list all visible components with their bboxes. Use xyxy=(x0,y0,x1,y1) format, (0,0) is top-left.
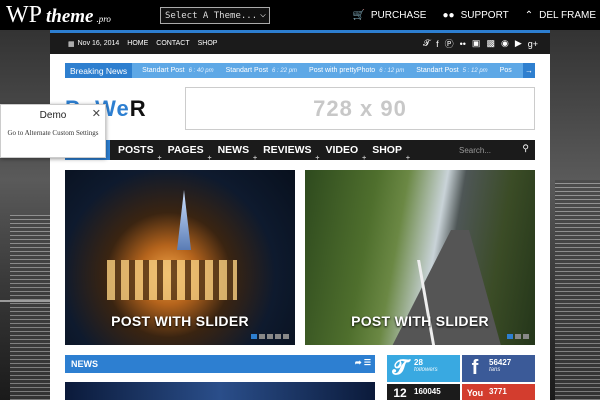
header-strip: ▦ Nov 16, 2014 HOME CONTACT SHOP 𝓣 f Ⓟ •… xyxy=(50,30,550,54)
pinterest-icon[interactable]: Ⓟ xyxy=(445,37,454,50)
demo-popup: ✕ Demo Go to Alternate Custom Settings xyxy=(0,104,106,158)
logo-theme: theme xyxy=(46,5,94,27)
facebook-count: 56427 xyxy=(489,358,512,367)
news-title: NEWS xyxy=(71,359,98,369)
date-text: Nov 16, 2014 xyxy=(77,40,120,47)
top-bar: WP theme .pro Select A Theme... ⌵ 🛒 PURC… xyxy=(0,0,600,30)
youtube-icon: You xyxy=(466,387,484,398)
social-counters: 𝓣 28 followers f 56427 fans 12 160045 You … xyxy=(387,355,535,400)
slide-dot[interactable] xyxy=(275,334,281,339)
slide-caption: POST WITH SLIDER xyxy=(351,313,489,329)
breaking-news-label: Breaking News xyxy=(65,63,133,78)
news-thumbnail[interactable] xyxy=(65,382,375,400)
purchase-button[interactable]: 🛒 PURCHASE xyxy=(352,10,426,21)
slide-dot[interactable] xyxy=(283,334,289,339)
slide-dot[interactable] xyxy=(523,334,529,339)
nav-item-pages[interactable]: PAGES xyxy=(168,144,212,162)
nav-item-posts[interactable]: POSTS xyxy=(118,144,161,162)
nav-item-reviews[interactable]: REVIEWS xyxy=(263,144,320,162)
slide-caption: POST WITH SLIDER xyxy=(111,313,249,329)
facebook-label: fans xyxy=(489,367,501,373)
twitter-label: followers xyxy=(414,367,438,373)
instagram-icon[interactable]: ▣ xyxy=(472,38,481,49)
cart-icon: 🛒 xyxy=(352,9,365,21)
slider-post-1[interactable]: POST WITH SLIDER xyxy=(65,170,295,345)
header-date: ▦ Nov 16, 2014 xyxy=(68,40,119,48)
subscribers-counter[interactable]: 12 160045 xyxy=(387,383,460,400)
site-logo-end: R xyxy=(129,96,147,121)
theme-select[interactable]: Select A Theme... ⌵ xyxy=(160,7,270,24)
main-nav: POSTS PAGES NEWS REVIEWS VIDEO SHOP Sear… xyxy=(65,140,535,162)
alternate-settings-link[interactable]: Go to Alternate Custom Settings xyxy=(1,128,105,138)
chevron-up-icon: ⌃ xyxy=(524,9,534,21)
background-bridge xyxy=(0,300,50,340)
ticker-item[interactable]: Post with prettyPhoto 6 : 12 pm xyxy=(309,67,404,74)
support-button[interactable]: ●● SUPPORT xyxy=(442,10,508,21)
header-link-shop[interactable]: SHOP xyxy=(198,40,218,47)
youtube-counter[interactable]: You 3771 xyxy=(462,383,535,400)
header-link-home[interactable]: HOME xyxy=(127,40,148,47)
slide-dot[interactable] xyxy=(515,334,521,339)
close-icon[interactable]: ✕ xyxy=(92,107,101,120)
demo-title: Demo xyxy=(39,110,67,121)
slide-image-arches xyxy=(107,260,237,300)
counter-icon: 12 xyxy=(393,385,407,400)
slide-dots xyxy=(251,334,289,339)
ticker-item[interactable]: Pos xyxy=(500,67,512,74)
del-frame-label: DEL FRAME xyxy=(539,9,596,21)
linkedin-icon[interactable]: ▩ xyxy=(486,38,495,49)
purchase-label: PURCHASE xyxy=(370,9,427,21)
facebook-icon: f xyxy=(471,357,479,379)
wptheme-logo[interactable]: WP theme .pro xyxy=(6,2,111,29)
slide-dot[interactable] xyxy=(507,334,513,339)
ticker-item[interactable]: Standart Post 6 : 40 pm xyxy=(142,67,213,74)
background-building xyxy=(555,180,600,400)
ticker-item[interactable]: Standart Post 6 : 22 pm xyxy=(226,67,297,74)
chevron-down-icon: ⌵ xyxy=(259,9,266,20)
search-placeholder: Search... xyxy=(459,145,492,155)
slide-image-tower xyxy=(177,190,191,250)
ad-banner[interactable]: 728 x 90 xyxy=(185,87,535,130)
breaking-news-ticker: Breaking News Standart Post 6 : 40 pm Sta… xyxy=(65,63,535,78)
search-input[interactable]: Search... ⚲ xyxy=(455,143,531,157)
logo-main: WP xyxy=(6,1,42,28)
slide-dot[interactable] xyxy=(251,334,257,339)
nav-item-shop[interactable]: SHOP xyxy=(372,144,410,162)
subscribers-count: 160045 xyxy=(414,386,441,396)
top-actions: 🛒 PURCHASE ●● SUPPORT ⌃ DEL FRAME xyxy=(352,0,596,30)
nav-item-news[interactable]: NEWS xyxy=(218,144,257,162)
slide-dots xyxy=(507,334,529,339)
theme-select-value: Select A Theme... xyxy=(165,10,258,21)
site-page: ▦ Nov 16, 2014 HOME CONTACT SHOP 𝓣 f Ⓟ •… xyxy=(50,30,550,400)
support-label: SUPPORT xyxy=(460,9,509,21)
facebook-icon[interactable]: f xyxy=(436,39,439,49)
twitter-counter[interactable]: 𝓣 28 followers xyxy=(387,355,460,382)
del-frame-button[interactable]: ⌃ DEL FRAME xyxy=(525,10,596,21)
header-link-contact[interactable]: CONTACT xyxy=(156,40,189,47)
news-share-icons[interactable]: ➦ ☰ xyxy=(355,358,371,367)
ticker-item[interactable]: Standart Post 5 : 12 pm xyxy=(416,67,487,74)
youtube-count: 3771 xyxy=(489,386,507,396)
calendar-icon: ▦ xyxy=(68,40,75,48)
news-section-header: NEWS ➦ ☰ xyxy=(65,355,375,373)
slider-post-2[interactable]: POST WITH SLIDER xyxy=(305,170,535,345)
twitter-count: 28 xyxy=(414,358,423,367)
nav-item-video[interactable]: VIDEO xyxy=(326,144,366,162)
facebook-counter[interactable]: f 56427 fans xyxy=(462,355,535,382)
twitter-icon: 𝓣 xyxy=(392,357,408,379)
search-icon[interactable]: ⚲ xyxy=(522,143,529,154)
youtube-icon[interactable]: ▶ xyxy=(515,38,522,49)
slide-dot[interactable] xyxy=(259,334,265,339)
google-plus-icon[interactable]: g+ xyxy=(528,39,538,49)
flickr-icon[interactable]: •• xyxy=(460,39,466,49)
breaking-news-items: Standart Post 6 : 40 pm Standart Post 6 : … xyxy=(132,67,512,74)
twitter-icon[interactable]: 𝓣 xyxy=(423,38,430,49)
logo-suffix: .pro xyxy=(96,13,111,24)
ticker-next-icon[interactable]: → xyxy=(523,63,535,78)
users-icon: ●● xyxy=(442,9,455,21)
slide-dot[interactable] xyxy=(267,334,273,339)
dribbble-icon[interactable]: ◉ xyxy=(501,38,509,49)
social-icons: 𝓣 f Ⓟ •• ▣ ▩ ◉ ▶ g+ xyxy=(423,37,538,50)
